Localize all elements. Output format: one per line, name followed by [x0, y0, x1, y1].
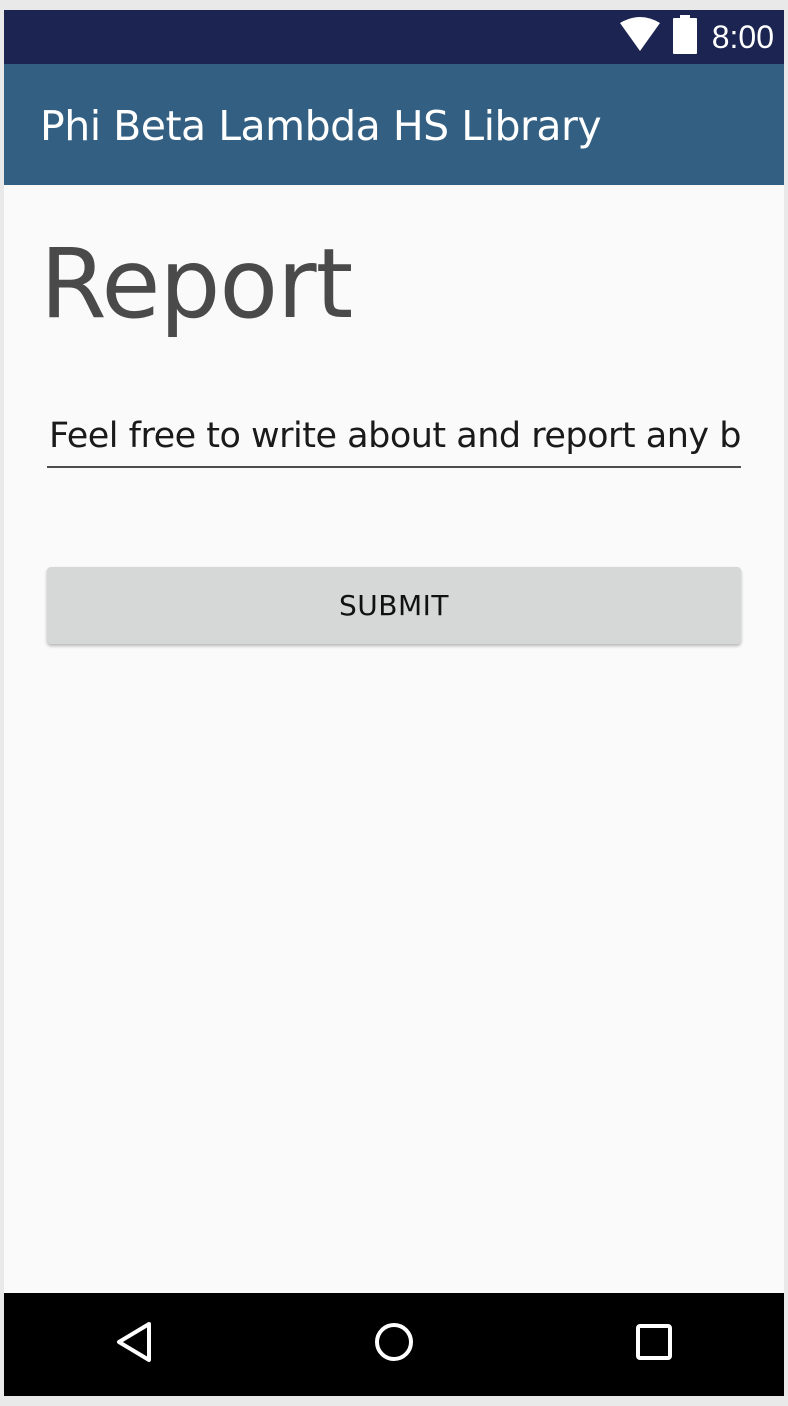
home-button[interactable] [344, 1293, 444, 1396]
back-icon [114, 1320, 154, 1369]
status-bar: 8:00 [4, 10, 784, 64]
recents-button[interactable] [604, 1293, 704, 1396]
back-button[interactable] [84, 1293, 184, 1396]
home-icon [372, 1320, 416, 1369]
device-screen: 8:00 Phi Beta Lambda HS Library Report S… [4, 10, 784, 1396]
submit-button[interactable]: SUBMIT [47, 567, 741, 644]
app-bar: Phi Beta Lambda HS Library [4, 64, 784, 185]
battery-icon [672, 14, 698, 60]
report-field [47, 408, 741, 468]
report-input[interactable] [47, 408, 741, 464]
app-title: Phi Beta Lambda HS Library [40, 102, 602, 150]
status-icons: 8:00 [618, 10, 774, 64]
navigation-bar [4, 1293, 784, 1396]
wifi-icon [618, 16, 662, 58]
recents-icon [634, 1322, 674, 1367]
status-time: 8:00 [711, 18, 774, 55]
page-title: Report [40, 228, 353, 340]
